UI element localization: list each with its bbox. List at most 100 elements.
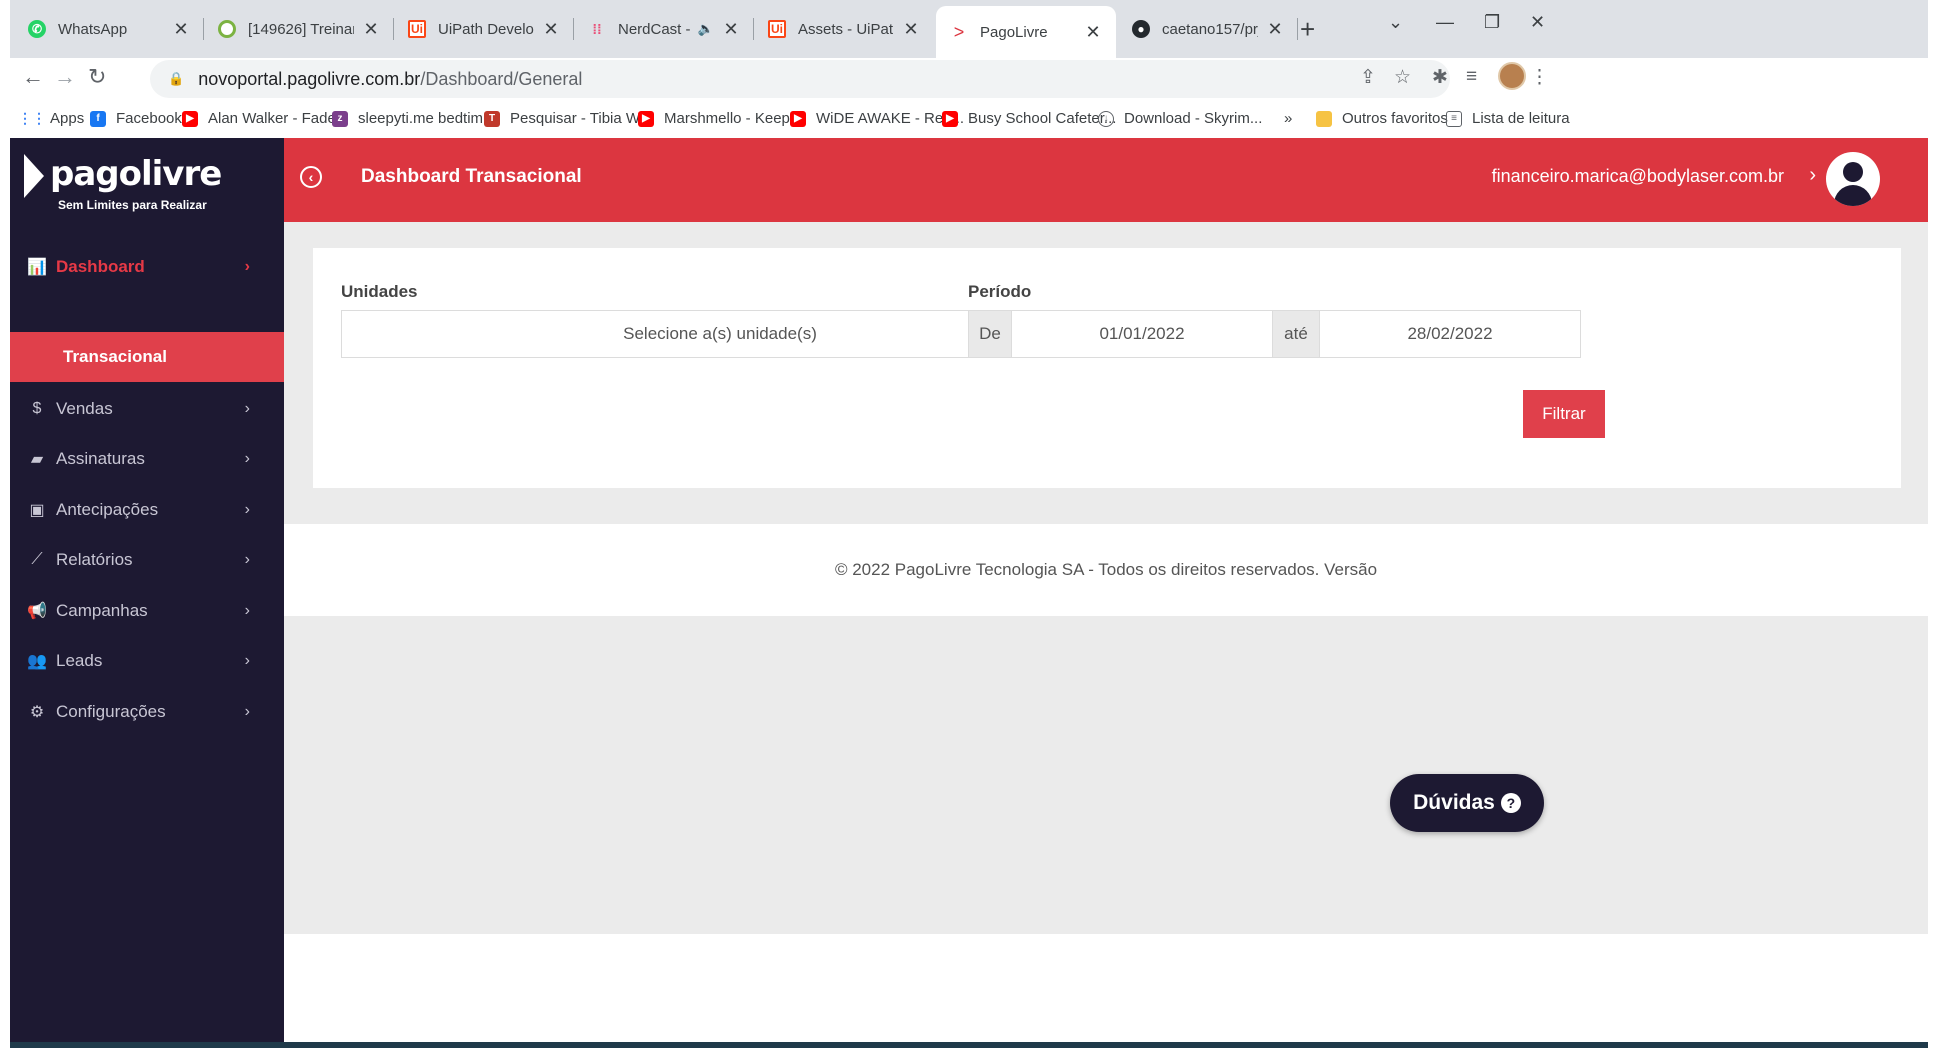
github-icon: ● <box>1132 20 1150 38</box>
tab-nerdcast[interactable]: ⁞⁞ NerdCast - NerdT 🔈 ✕ <box>574 8 754 50</box>
chevron-right-icon: › <box>244 551 250 568</box>
close-tab-icon[interactable]: ✕ <box>1084 22 1102 43</box>
close-tab-icon[interactable]: ✕ <box>902 19 920 40</box>
logo-mark-icon <box>24 154 44 198</box>
question-circle-icon: ? <box>1500 793 1521 813</box>
tab-treinamento[interactable]: [149626] Treinamento ✕ <box>204 8 394 50</box>
taskbar-strip <box>10 1042 1928 1048</box>
loading-icon <box>218 20 236 38</box>
line-chart-icon: ⟋ <box>31 551 43 568</box>
bookmark-alan-walker[interactable]: ▶ Alan Walker - Fade... <box>182 110 348 127</box>
bookmark-apps[interactable]: ⋮⋮ Apps <box>18 110 84 127</box>
folder-icon <box>1316 110 1332 127</box>
chevron-right-icon: › <box>244 450 250 467</box>
bookmark-outros-favoritos[interactable]: Outros favoritos <box>1316 110 1448 127</box>
date-from-input[interactable]: 01/01/2022 <box>1011 310 1273 358</box>
uipath-icon: Ui <box>408 20 426 38</box>
profile-avatar[interactable] <box>1498 62 1526 90</box>
close-tab-icon[interactable]: ✕ <box>362 19 380 40</box>
media-icon[interactable]: ≡ <box>1466 66 1477 88</box>
user-email[interactable]: financeiro.marica@bodylaser.com.br <box>1492 166 1784 187</box>
tab-whatsapp[interactable]: ✆ WhatsApp ✕ <box>14 8 204 50</box>
unidades-label: Unidades <box>341 282 418 301</box>
megaphone-icon: 📢 <box>27 603 47 620</box>
speaker-icon[interactable]: 🔈 <box>698 21 714 37</box>
uipath-icon: Ui <box>768 20 786 38</box>
youtube-icon: ▶ <box>942 110 958 127</box>
download-icon: ↓ <box>1098 110 1114 127</box>
de-addon: De <box>968 310 1012 358</box>
reload-icon[interactable]: ↻ <box>88 64 106 90</box>
sidebar-item-assinaturas[interactable]: ▰ Assinaturas › <box>10 434 284 484</box>
close-tab-icon[interactable]: ✕ <box>722 19 740 40</box>
sleepytime-icon: z <box>332 110 348 127</box>
close-window-icon[interactable]: ✕ <box>1530 12 1545 33</box>
url-input[interactable]: 🔒 novoportal.pagolivre.com.br/Dashboard/… <box>150 60 1450 98</box>
ate-addon: até <box>1272 310 1320 358</box>
bookmark-star-icon[interactable]: ☆ <box>1394 66 1411 89</box>
bookmarks-bar: ⋮⋮ Apps f Facebook ▶ Alan Walker - Fade... … <box>10 100 1928 138</box>
filtrar-button[interactable]: Filtrar <box>1523 390 1605 438</box>
facebook-icon: f <box>90 110 106 127</box>
minimize-icon[interactable]: — <box>1436 12 1454 33</box>
sidebar-item-vendas[interactable]: $ Vendas › <box>10 384 284 434</box>
browser-chrome: ✆ WhatsApp ✕ [149626] Treinamento ✕ Ui U… <box>10 0 1928 138</box>
chevron-right-icon: › <box>244 602 250 619</box>
chevron-right-icon: › <box>244 501 250 518</box>
share-icon[interactable]: ⇪ <box>1360 66 1376 89</box>
pagolivre-icon: > <box>953 21 965 42</box>
reading-list-icon: ≡ <box>1446 110 1462 127</box>
apps-grid-icon: ⋮⋮ <box>18 110 46 126</box>
user-avatar[interactable] <box>1826 152 1880 206</box>
bookmark-tibia[interactable]: T Pesquisar - Tibia Wiki <box>484 110 654 127</box>
tab-search-icon[interactable]: ⌄ <box>1388 12 1403 33</box>
bookmark-skyrim[interactable]: ↓ Download - Skyrim... <box>1098 110 1262 127</box>
periodo-label: Período <box>968 282 1032 301</box>
bookmark-facebook[interactable]: f Facebook <box>90 110 182 127</box>
tab-uipath-developer[interactable]: Ui UiPath Developer Cer ✕ <box>394 8 574 50</box>
filter-card: Unidades Selecione a(s) unidade(s) Perío… <box>313 248 1901 488</box>
chevron-right-icon: › <box>244 258 250 275</box>
bookmarks-overflow[interactable]: » <box>1284 110 1292 127</box>
sidebar-item-antecipacoes[interactable]: ▣ Antecipações › <box>10 485 284 535</box>
tab-pagolivre[interactable]: > PagoLivre ✕ <box>936 6 1116 58</box>
back-icon[interactable]: ← <box>22 64 44 90</box>
sidebar-item-campanhas[interactable]: 📢 Campanhas › <box>10 586 284 636</box>
nerdcast-icon: ⁞⁞ <box>592 21 602 37</box>
bookmark-sleepytime[interactable]: z sleepyti.me bedtim... <box>332 110 496 127</box>
sidebar-item-relatorios[interactable]: ⟋ Relatórios › <box>10 535 284 585</box>
book-icon: ▰ <box>30 451 44 468</box>
whatsapp-icon: ✆ <box>28 20 46 38</box>
close-tab-icon[interactable]: ✕ <box>542 19 560 40</box>
bookmark-marshmello[interactable]: ▶ Marshmello - Keep... <box>638 110 802 127</box>
youtube-icon: ▶ <box>182 110 198 127</box>
sidebar-subitem-transacional[interactable]: Transacional <box>10 332 284 382</box>
tab-strip: ✆ WhatsApp ✕ [149626] Treinamento ✕ Ui U… <box>10 0 1928 58</box>
tibia-icon: T <box>484 110 500 127</box>
tab-github[interactable]: ● caetano157/prj_Body ✕ <box>1118 8 1298 50</box>
menu-icon[interactable]: ⋮ <box>1530 66 1549 89</box>
bookmark-busy-school[interactable]: ▶ Busy School Cafeter... <box>942 110 1116 127</box>
forward-icon[interactable]: → <box>54 64 76 90</box>
lock-icon: 🔒 <box>168 71 185 86</box>
bookmark-wide-awake[interactable]: ▶ WiDE AWAKE - Rea... <box>790 110 964 127</box>
bookmark-reading-list[interactable]: ≡ Lista de leitura <box>1446 110 1570 127</box>
tab-assets-uipath[interactable]: Ui Assets - UiPath Orche ✕ <box>754 8 934 50</box>
extensions-icon[interactable]: ✱ <box>1432 66 1448 89</box>
date-to-input[interactable]: 28/02/2022 <box>1319 310 1581 358</box>
collapse-sidebar-icon[interactable]: ‹ <box>300 166 322 188</box>
youtube-icon: ▶ <box>790 110 806 127</box>
chevron-right-icon[interactable]: › <box>1809 164 1816 187</box>
sidebar: pagolivre Sem Limites para Realizar 📊 Da… <box>10 138 284 1048</box>
sidebar-item-configuracoes[interactable]: ⚙ Configurações › <box>10 687 284 737</box>
sidebar-item-dashboard[interactable]: 📊 Dashboard › <box>10 242 284 292</box>
restore-icon[interactable]: ❐ <box>1484 12 1500 33</box>
bar-chart-icon: 📊 <box>27 259 47 276</box>
close-tab-icon[interactable]: ✕ <box>1266 19 1284 40</box>
close-tab-icon[interactable]: ✕ <box>172 19 190 40</box>
help-button[interactable]: Dúvidas ? <box>1390 774 1544 832</box>
copyright-text: © 2022 PagoLivre Tecnologia SA - Todos o… <box>834 560 1378 579</box>
users-icon: 👥 <box>27 653 47 670</box>
sidebar-item-leads[interactable]: 👥 Leads › <box>10 636 284 686</box>
new-tab-icon[interactable]: + <box>1300 14 1315 45</box>
